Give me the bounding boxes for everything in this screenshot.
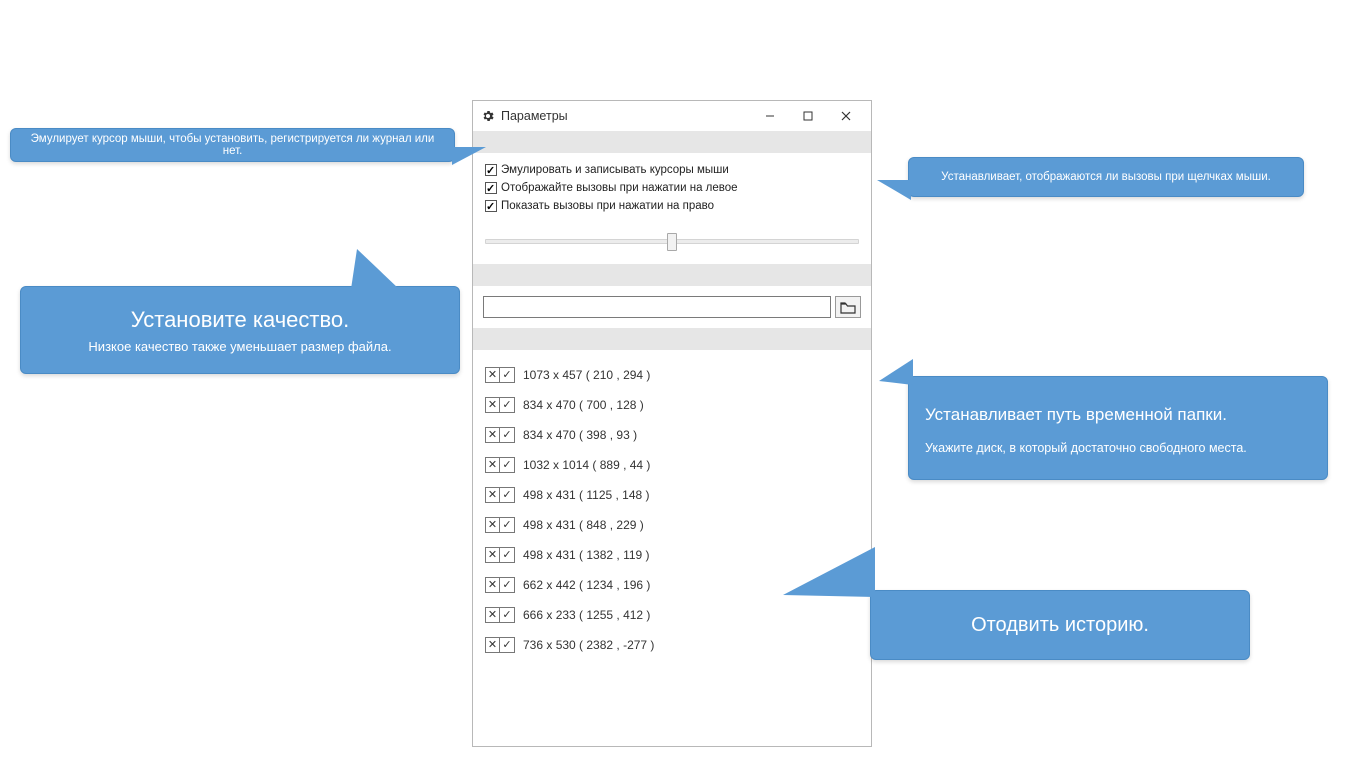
history-row-icons: ✕✓ [485,517,515,533]
delete-icon[interactable]: ✕ [486,488,500,502]
delete-icon[interactable]: ✕ [486,428,500,442]
temp-path-section [473,286,871,328]
check-icon[interactable]: ✓ [500,368,514,382]
checkbox-icon[interactable] [485,200,497,212]
delete-icon[interactable]: ✕ [486,608,500,622]
delete-icon[interactable]: ✕ [486,548,500,562]
close-button[interactable] [827,103,865,129]
callout-title: Устанавливает путь временной папки. [925,405,1311,425]
titlebar[interactable]: Параметры [473,101,871,131]
history-row-text: 1073 x 457 ( 210 , 294 ) [523,368,650,382]
cursor-options-section: Эмулировать и записывать курсоры мыши От… [473,153,871,225]
checkbox-label: Эмулировать и записывать курсоры мыши [501,161,729,179]
callout-tail [452,147,486,165]
check-icon[interactable]: ✓ [500,608,514,622]
history-row-text: 662 x 442 ( 1234 , 196 ) [523,578,650,592]
history-list: ✕✓1073 x 457 ( 210 , 294 )✕✓834 x 470 ( … [473,350,871,670]
folder-icon [840,301,856,314]
callout-quality: Установите качество. Низкое качество так… [20,286,460,374]
history-row[interactable]: ✕✓ 834 x 470 ( 700 , 128 ) [485,390,859,420]
checkbox-row-left[interactable]: Отображайте вызовы при нажатии на левое [485,179,859,197]
history-row-icons: ✕✓ [485,637,515,653]
history-row-text: 498 x 431 ( 848 , 229 ) [523,518,644,532]
checkbox-row-right[interactable]: Показать вызовы при нажатии на право [485,197,859,215]
gear-icon [481,109,495,123]
history-row[interactable]: ✕✓ 666 x 233 ( 1255 , 412 ) [485,600,859,630]
callout-subtitle: Укажите диск, в который достаточно свобо… [925,441,1311,455]
callout-tail [877,180,911,200]
checkbox-icon[interactable] [485,164,497,176]
checkbox-row-emulate[interactable]: Эмулировать и записывать курсоры мыши [485,161,859,179]
temp-path-input[interactable] [483,296,831,318]
window-buttons [751,103,865,129]
slider-thumb[interactable] [667,233,677,251]
window-title: Параметры [501,109,751,123]
history-row-icons: ✕✓ [485,547,515,563]
callout-temp-folder: Устанавливает путь временной папки. Укаж… [908,376,1328,480]
history-row-icons: ✕✓ [485,607,515,623]
check-icon[interactable]: ✓ [500,578,514,592]
history-row-icons: ✕✓ [485,427,515,443]
history-row[interactable]: ✕✓ 736 x 530 ( 2382 , -277 ) [485,630,859,660]
section-separator [473,328,871,350]
history-row-text: 498 x 431 ( 1125 , 148 ) [523,488,650,502]
callout-tail [879,359,913,385]
delete-icon[interactable]: ✕ [486,458,500,472]
history-row-icons: ✕✓ [485,487,515,503]
history-row-icons: ✕✓ [485,577,515,593]
callout-subtitle: Низкое качество также уменьшает размер ф… [35,339,445,354]
history-row-icons: ✕✓ [485,367,515,383]
history-row[interactable]: ✕✓ 1073 x 457 ( 210 , 294 ) [485,360,859,390]
delete-icon[interactable]: ✕ [486,638,500,652]
history-row-text: 498 x 431 ( 1382 , 119 ) [523,548,650,562]
checkbox-label: Отображайте вызовы при нажатии на левое [501,179,738,197]
check-icon[interactable]: ✓ [500,548,514,562]
browse-folder-button[interactable] [835,296,861,318]
check-icon[interactable]: ✓ [500,638,514,652]
minimize-button[interactable] [751,103,789,129]
callout-text: Эмулирует курсор мыши, чтобы установить,… [23,133,442,157]
quality-slider-section [473,225,871,264]
delete-icon[interactable]: ✕ [486,368,500,382]
section-separator [473,264,871,286]
delete-icon[interactable]: ✕ [486,578,500,592]
checkbox-label: Показать вызовы при нажатии на право [501,197,714,215]
history-row[interactable]: ✕✓ 834 x 470 ( 398 , 93 ) [485,420,859,450]
history-row-icons: ✕✓ [485,397,515,413]
history-row-icons: ✕✓ [485,457,515,473]
callout-tail [783,547,875,597]
history-row[interactable]: ✕✓ 1032 x 1014 ( 889 , 44 ) [485,450,859,480]
check-icon[interactable]: ✓ [500,458,514,472]
check-icon[interactable]: ✓ [500,488,514,502]
maximize-button[interactable] [789,103,827,129]
history-row-text: 1032 x 1014 ( 889 , 44 ) [523,458,650,472]
settings-dialog: Параметры Эмулировать и записывать курсо… [472,100,872,747]
history-row-text: 834 x 470 ( 700 , 128 ) [523,398,644,412]
history-row-text: 666 x 233 ( 1255 , 412 ) [523,608,650,622]
section-separator [473,131,871,153]
callout-tail [351,249,399,289]
callout-text: Устанавливает, отображаются ли вызовы пр… [921,171,1291,183]
history-row-text: 834 x 470 ( 398 , 93 ) [523,428,637,442]
history-row[interactable]: ✕✓ 498 x 431 ( 1125 , 148 ) [485,480,859,510]
check-icon[interactable]: ✓ [500,428,514,442]
quality-slider[interactable] [485,239,859,244]
delete-icon[interactable]: ✕ [486,518,500,532]
checkbox-icon[interactable] [485,182,497,194]
callout-history: Отодвить историю. [870,590,1250,660]
callout-title: Установите качество. [35,307,445,333]
callout-title: Отодвить историю. [885,614,1235,637]
check-icon[interactable]: ✓ [500,398,514,412]
history-row-text: 736 x 530 ( 2382 , -277 ) [523,638,654,652]
callout-emulate-cursor: Эмулирует курсор мыши, чтобы установить,… [10,128,455,162]
history-row[interactable]: ✕✓ 498 x 431 ( 848 , 229 ) [485,510,859,540]
check-icon[interactable]: ✓ [500,518,514,532]
callout-click-display: Устанавливает, отображаются ли вызовы пр… [908,157,1304,197]
delete-icon[interactable]: ✕ [486,398,500,412]
